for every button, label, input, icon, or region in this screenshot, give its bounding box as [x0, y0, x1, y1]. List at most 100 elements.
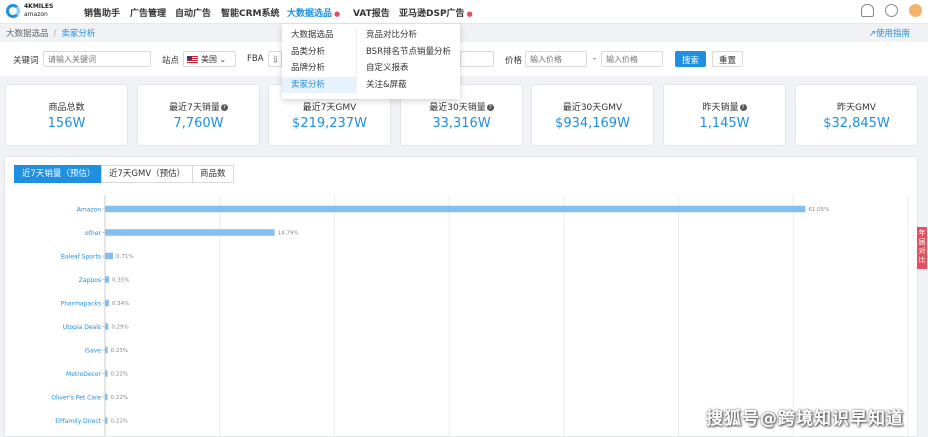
tab-7d-gmv[interactable]: 近7天GMV（预估） — [101, 165, 194, 183]
category-label: EPfamily Direct — [55, 418, 101, 425]
fba-select[interactable] — [268, 51, 282, 67]
nav-item-vat[interactable]: VAT报告 — [353, 6, 390, 19]
data-label: 0.71% — [116, 254, 133, 260]
seller-share-chart: Amazon 61.05% other 14.79% Baleaf Sports 0.71… — [51, 195, 909, 436]
stat-card-yesterday-sales: 昨天销量? 1,145W — [663, 84, 786, 146]
top-nav: 4KMILES amazon 销售助手 广告管理 自动广告 智能CRM系统 大数… — [0, 0, 928, 24]
stat-card-7d-sales: 最近7天销量? 7,760W — [137, 84, 260, 146]
data-label: 0.22% — [111, 419, 128, 425]
category-label: Oliver's Pet Care — [51, 395, 101, 402]
nav-item-sales-assistant[interactable]: 销售助手 — [84, 6, 120, 19]
data-label: 61.05% — [808, 207, 829, 213]
nav-item-dsp[interactable]: 亚马逊DSP广告 ● — [399, 6, 473, 19]
nav-item-big-data[interactable]: 大数据选品 ● — [287, 6, 340, 19]
nav-item-auto-ads[interactable]: 自动广告 — [175, 6, 211, 19]
help-icon[interactable]: ? — [486, 104, 494, 111]
dropdown-item-competitor-compare[interactable]: 竞品对比分析 — [357, 27, 460, 44]
stat-label: 昨天GMV — [837, 103, 876, 113]
bar[interactable] — [105, 370, 108, 377]
bar[interactable] — [105, 299, 109, 307]
side-float-tab[interactable]: 年 届 对 比 — [917, 227, 927, 269]
fire-icon: ● — [334, 10, 341, 18]
dropdown-item-custom-report[interactable]: 自定义报表 — [357, 60, 460, 77]
data-label: 0.34% — [112, 301, 129, 307]
dropdown-item-product-selection[interactable]: 大数据选品 — [282, 27, 356, 44]
breadcrumb-root[interactable]: 大数据选品 — [6, 29, 49, 39]
stat-value: $219,237W — [292, 116, 367, 131]
help-icon[interactable]: ? — [739, 104, 747, 111]
price-separator: - — [593, 54, 597, 64]
dropdown-item-bsr-analysis[interactable]: BSR排名节点销量分析 — [357, 44, 460, 61]
keyword-input[interactable] — [43, 51, 151, 67]
data-label: 14.79% — [278, 231, 299, 237]
data-label: 0.22% — [111, 395, 128, 401]
category-label: other — [85, 230, 102, 237]
bar[interactable] — [105, 346, 108, 354]
bar[interactable] — [105, 417, 108, 424]
stat-value: $934,169W — [555, 116, 630, 131]
logo-mark-icon — [6, 4, 20, 18]
tab-7d-sales[interactable]: 近7天销量（预估） — [14, 165, 104, 183]
stat-value: 33,316W — [432, 116, 491, 131]
fire-icon: ● — [466, 10, 473, 18]
bar[interactable] — [105, 205, 806, 213]
category-label: Amazon — [77, 207, 101, 214]
big-data-dropdown: 大数据选品 品类分析 品牌分析 卖家分析 竞品对比分析 BSR排名节点销量分析 … — [282, 24, 460, 99]
data-label: 0.35% — [112, 278, 129, 284]
bell-icon[interactable] — [861, 4, 875, 17]
chart-panel: Amazon 61.05% other 14.79% Baleaf Sports 0.71… — [4, 156, 918, 437]
bar[interactable] — [105, 323, 109, 330]
breadcrumb: 大数据选品 / 卖家分析 — [6, 27, 95, 39]
avatar[interactable] — [909, 4, 922, 17]
category-label: iSave — [85, 348, 102, 355]
filter-bar: 关键词 站点 美国 ⌄ FBA 价格 - 搜索 重置 — [0, 42, 928, 76]
stat-label: 最近30天GMV — [562, 103, 623, 113]
stat-label: 昨天销量? — [702, 103, 747, 113]
watermark: 搜狐号@跨境知识早知道 — [706, 409, 904, 429]
nav-item-ad-management[interactable]: 广告管理 — [130, 6, 166, 19]
brand-logo[interactable]: 4KMILES amazon — [6, 2, 58, 22]
data-label: 0.29% — [111, 325, 128, 331]
stat-value: 156W — [47, 116, 86, 131]
dropdown-item-brand-analysis[interactable]: 品牌分析 — [282, 60, 356, 77]
price-min-input[interactable] — [525, 51, 587, 67]
data-label: 0.23% — [111, 348, 128, 354]
stat-value: 7,760W — [173, 116, 224, 131]
breadcrumb-current: 卖家分析 — [61, 29, 96, 39]
data-label: 0.22% — [111, 372, 128, 378]
dropdown-col-2: 竞品对比分析 BSR排名节点销量分析 自定义报表 关注&屏蔽 — [357, 27, 460, 93]
category-label: Baleaf Sports — [61, 254, 101, 261]
stat-label: 最近30天销量? — [429, 103, 494, 113]
reset-button[interactable]: 重置 — [712, 51, 744, 67]
help-link[interactable]: ↗使用指南 — [869, 27, 910, 39]
us-flag-icon — [187, 56, 198, 63]
stat-value: $32,845W — [823, 116, 890, 131]
stat-label: 最近7天GMV — [302, 103, 357, 113]
keyword-label: 关键词 — [13, 56, 39, 66]
logo-text: 4KMILES — [24, 3, 54, 10]
site-label: 站点 — [162, 56, 180, 66]
fba-label: FBA — [247, 54, 264, 64]
bar[interactable] — [105, 252, 114, 260]
compass-icon[interactable] — [885, 4, 899, 17]
dropdown-item-follow-block[interactable]: 关注&屏蔽 — [357, 77, 460, 94]
category-label: Pharmapacks — [61, 301, 101, 308]
nav-icons — [853, 4, 922, 20]
bar[interactable] — [105, 393, 108, 401]
help-icon[interactable]: ? — [220, 104, 228, 111]
site-select[interactable]: 美国 ⌄ — [183, 51, 236, 67]
tab-product-count[interactable]: 商品数 — [192, 165, 234, 183]
chevron-down-icon: ⌄ — [219, 55, 227, 64]
dropdown-item-category-analysis[interactable]: 品类分析 — [282, 44, 356, 61]
range-input-partial[interactable] — [460, 51, 494, 67]
price-max-input[interactable] — [601, 51, 663, 67]
breadcrumb-separator: / — [53, 29, 57, 39]
search-button[interactable]: 搜索 — [675, 51, 707, 67]
category-label: MetroDecor — [66, 371, 102, 378]
nav-item-crm[interactable]: 智能CRM系统 — [221, 6, 280, 19]
bar[interactable] — [105, 229, 275, 236]
bar[interactable] — [105, 276, 110, 283]
dropdown-item-seller-analysis[interactable]: 卖家分析 — [282, 76, 356, 93]
price-label: 价格 — [505, 56, 523, 66]
stat-label: 最近7天销量? — [169, 103, 228, 113]
